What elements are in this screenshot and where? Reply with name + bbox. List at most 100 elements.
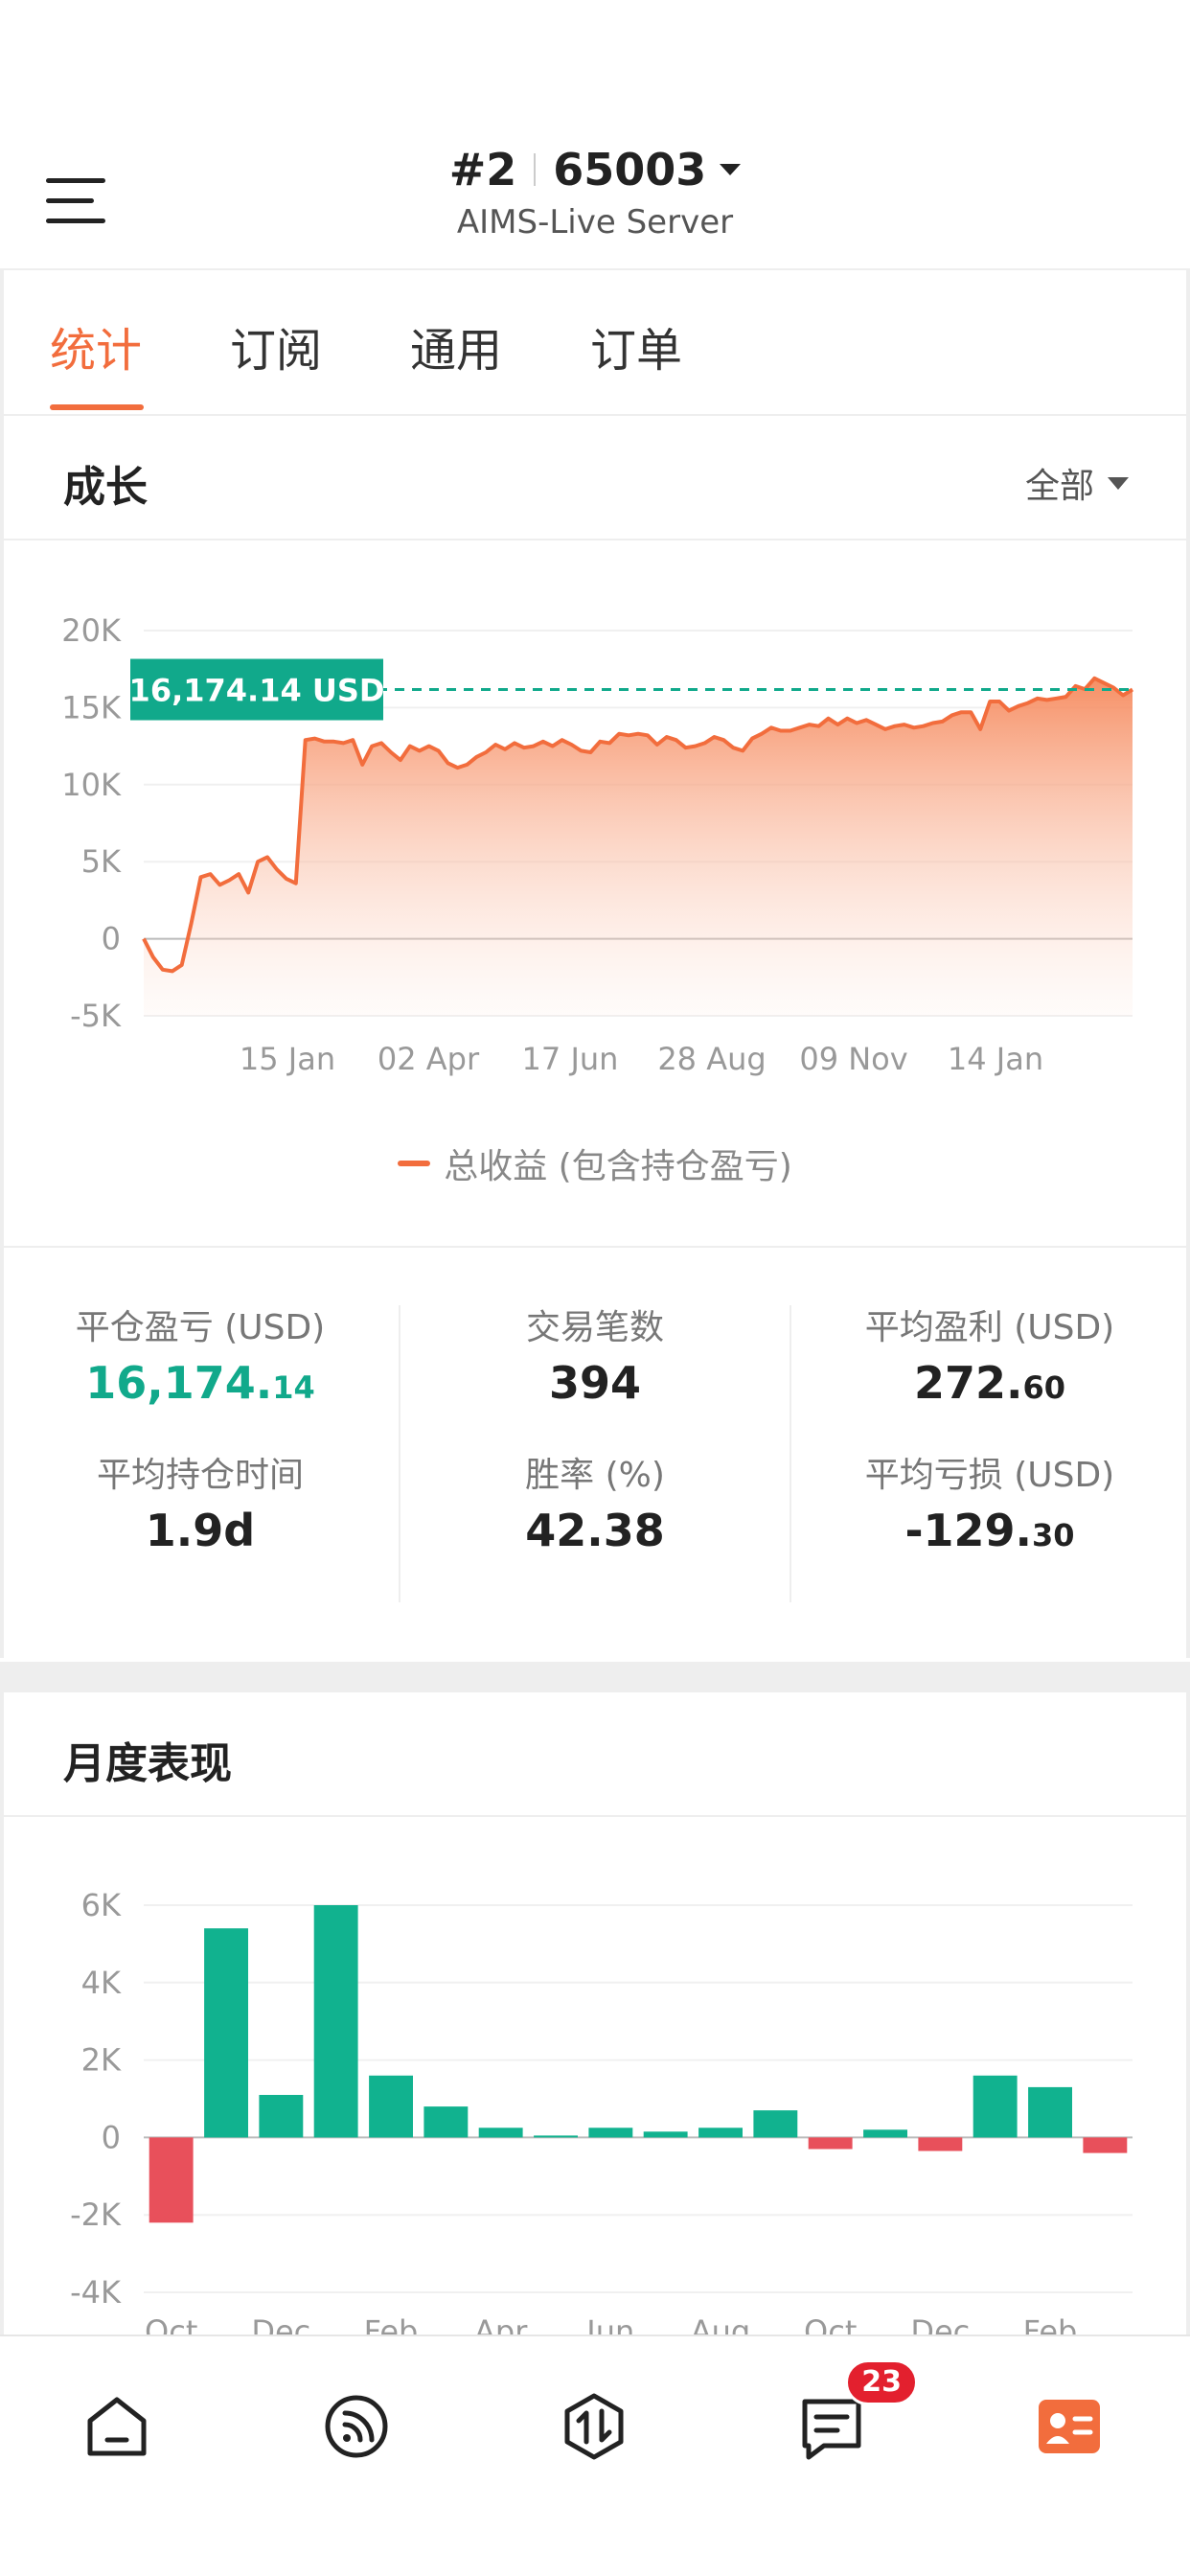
avg-loss-label: 平均亏损 (USD) <box>864 1456 1115 1495</box>
monthly-bar[interactable] <box>423 2106 469 2138</box>
x-tick-label: Oct <box>804 2313 857 2334</box>
growth-header: 成长 全部 <box>0 416 1190 540</box>
x-tick-label: Feb <box>1023 2313 1078 2334</box>
monthly-bar[interactable] <box>973 2075 1018 2138</box>
tab-general[interactable]: 通用 <box>410 312 502 380</box>
monthly-bar[interactable] <box>313 1905 358 2138</box>
growth-area <box>144 678 1133 1016</box>
win-rate-label: 胜率 (%) <box>525 1456 665 1495</box>
monthly-bar[interactable] <box>478 2128 523 2138</box>
y-tick-label: 2K <box>81 2042 122 2079</box>
server-name: AIMS-Live Server <box>456 203 734 242</box>
nav-feed[interactable] <box>309 2379 404 2474</box>
stats-grid: 平仓盈亏 (USD) 16,174.14 平均持仓时间 1.9d 交易笔数 39… <box>0 1246 1190 1658</box>
y-tick-label: 0 <box>102 2119 121 2155</box>
stats-column-2: 交易笔数 394 胜率 (%) 42.38 <box>399 1305 791 1602</box>
monthly-bar[interactable] <box>204 1928 248 2138</box>
nav-profile[interactable] <box>1021 2379 1117 2474</box>
closed-pl-value: 16,174.14 <box>85 1357 315 1409</box>
x-tick-label: 28 Aug <box>657 1041 766 1077</box>
top-bar: #2 65003 AIMS-Live Server <box>0 134 1190 268</box>
current-value-label: 16,174.14 USD <box>129 673 385 709</box>
stats-column-1: 平仓盈亏 (USD) 16,174.14 平均持仓时间 1.9d <box>4 1305 397 1602</box>
monthly-bar[interactable] <box>643 2131 688 2138</box>
x-tick-label: Dec <box>910 2313 970 2334</box>
y-tick-label: 0 <box>102 921 121 957</box>
range-selector[interactable]: 全部 <box>1025 458 1129 508</box>
y-tick-label: 4K <box>81 1965 122 2001</box>
growth-legend: 总收益 (包含持仓盈亏) <box>4 1138 1186 1188</box>
bottom-nav: 23 <box>0 2334 1190 2576</box>
win-rate-value: 42.38 <box>525 1505 665 1556</box>
account-number: 65003 <box>553 144 707 196</box>
y-tick-label: -2K <box>70 2196 122 2233</box>
tab-statistics[interactable]: 统计 <box>50 312 142 380</box>
x-tick-label: 02 Apr <box>378 1041 480 1077</box>
y-tick-label: 5K <box>81 843 122 880</box>
account-separator <box>534 153 537 186</box>
tab-bar: 统计 订阅 通用 订单 <box>0 268 1190 416</box>
monthly-bar[interactable] <box>698 2128 743 2138</box>
y-tick-label: 6K <box>81 1887 122 1923</box>
avg-profit-label: 平均盈利 (USD) <box>864 1308 1115 1347</box>
avg-hold-label: 平均持仓时间 <box>96 1456 304 1495</box>
legend-label: 总收益 (包含持仓盈亏) <box>444 1147 792 1186</box>
range-label: 全部 <box>1024 467 1094 506</box>
monthly-bar[interactable] <box>534 2135 578 2138</box>
y-tick-label: 20K <box>61 612 122 649</box>
monthly-bar[interactable] <box>808 2137 853 2150</box>
closed-pl-label: 平仓盈亏 (USD) <box>75 1308 326 1347</box>
x-tick-label: 09 Nov <box>799 1041 907 1077</box>
nav-trade[interactable] <box>546 2379 642 2474</box>
x-tick-label: Dec <box>251 2313 310 2334</box>
monthly-bar[interactable] <box>1028 2086 1072 2138</box>
x-tick-label: Jun <box>584 2313 634 2334</box>
y-tick-label: -5K <box>70 998 122 1034</box>
account-selector[interactable]: #2 65003 AIMS-Live Server <box>0 144 1190 242</box>
monthly-bar[interactable] <box>753 2110 798 2138</box>
x-tick-label: Oct <box>145 2313 197 2334</box>
profile-card-icon <box>1039 2400 1100 2453</box>
avg-profit-value: 272.60 <box>913 1357 1066 1409</box>
x-tick-label: Feb <box>364 2313 419 2334</box>
x-tick-label: Apr <box>474 2313 528 2334</box>
trades-value: 394 <box>548 1357 642 1409</box>
nav-messages[interactable]: 23 <box>784 2359 918 2474</box>
account-index: #2 <box>448 144 517 196</box>
active-tab-indicator <box>50 404 144 410</box>
monthly-bar[interactable] <box>259 2095 304 2138</box>
tab-subscriptions[interactable]: 订阅 <box>230 312 322 380</box>
nav-home[interactable] <box>69 2379 165 2474</box>
y-tick-label: -4K <box>70 2274 122 2311</box>
x-tick-label: 15 Jan <box>240 1041 335 1077</box>
monthly-bar[interactable] <box>918 2137 963 2151</box>
trade-icon <box>564 2393 624 2460</box>
section-divider <box>0 1662 1190 1692</box>
y-tick-label: 15K <box>61 689 122 725</box>
monthly-header: 月度表现 <box>0 1692 1190 1817</box>
growth-title: 成长 <box>63 463 148 512</box>
home-icon <box>87 2397 147 2456</box>
monthly-title: 月度表现 <box>63 1739 232 1788</box>
monthly-bar[interactable] <box>149 2137 194 2223</box>
growth-chart-panel: -5K 0 5K 10K 15K 20K 15 Jan 02 Apr 17 Jun 28 Aug 0… <box>0 540 1190 1246</box>
feed-icon <box>325 2395 388 2458</box>
monthly-bar[interactable] <box>588 2128 633 2138</box>
monthly-bar[interactable] <box>863 2129 907 2138</box>
avg-hold-value: 1.9d <box>145 1505 256 1556</box>
x-tick-label: 14 Jan <box>948 1041 1043 1077</box>
monthly-bar[interactable] <box>1083 2137 1128 2153</box>
monthly-bar[interactable] <box>369 2075 413 2138</box>
avg-loss-value: -129.30 <box>904 1505 1075 1556</box>
stats-column-3: 平均盈利 (USD) 272.60 平均亏损 (USD) -129.30 <box>793 1305 1186 1602</box>
legend-swatch <box>398 1161 431 1166</box>
messages-badge: 23 <box>845 2359 918 2405</box>
x-tick-label: Aug <box>691 2313 750 2334</box>
chevron-down-icon <box>720 164 742 175</box>
monthly-chart: -4K -2K 0 2K 4K 6K Oct Dec Feb Apr Jun Aug Oct Dec Feb <box>70 1887 1133 2334</box>
x-tick-label: 17 Jun <box>522 1041 619 1077</box>
trades-label: 交易笔数 <box>525 1308 664 1347</box>
tab-orders[interactable]: 订单 <box>590 312 682 380</box>
y-tick-label: 10K <box>61 767 122 803</box>
caret-down-icon <box>1108 476 1129 490</box>
